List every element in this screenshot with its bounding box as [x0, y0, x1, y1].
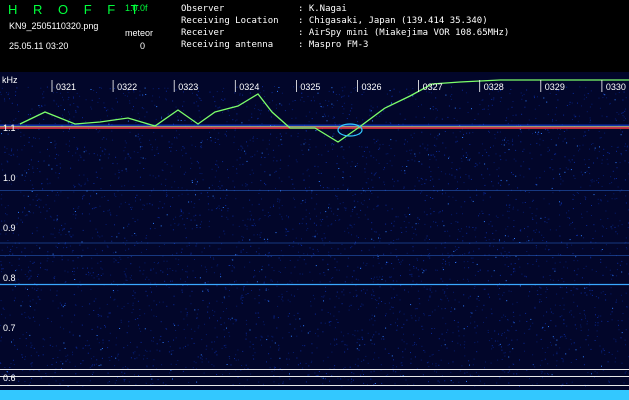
time-tick-label: 0321	[56, 82, 76, 92]
spectrogram-background	[0, 72, 629, 400]
time-tick-label: 0329	[545, 82, 565, 92]
app-version: 1.0.0f	[125, 3, 148, 13]
receiver-value: : AirSpy mini (Miakejima VOR 108.65MHz)	[298, 28, 510, 38]
location-value: : Chigasaki, Japan (139.414 35.340)	[298, 16, 488, 26]
location-label: Receiving Location	[181, 16, 279, 26]
time-tick-label: 0325	[300, 82, 320, 92]
antenna-value: : Maspro FM-3	[298, 40, 369, 50]
antenna-label: Receiving antenna	[181, 40, 274, 50]
y-axis-unit: kHz	[2, 75, 18, 85]
y-tick-label: 0.9	[3, 223, 16, 233]
time-tick-label: 0326	[362, 82, 382, 92]
receiver-label: Receiver	[181, 28, 225, 38]
meteor-label: meteor	[125, 28, 154, 38]
y-tick-label: 0.6	[3, 373, 16, 383]
y-tick-label: 1.1	[3, 123, 16, 133]
time-tick-label: 0322	[117, 82, 137, 92]
header: H R O F F T 1.0.0f KN9_2505110320.png me…	[0, 0, 629, 72]
time-tick-label: 0324	[239, 82, 259, 92]
observer-value: : K.Nagai	[298, 4, 347, 14]
y-tick-label: 0.7	[3, 323, 16, 333]
time-tick-label: 0323	[178, 82, 198, 92]
time-tick-label: 0327	[423, 82, 443, 92]
y-tick-label: 0.8	[3, 273, 16, 283]
baseline-band	[0, 390, 629, 400]
observer-label: Observer	[181, 4, 225, 14]
time-tick-label: 0330	[606, 82, 626, 92]
file-name: KN9_2505110320.png	[9, 21, 99, 31]
meteor-count: 0	[140, 41, 146, 51]
time-tick-label: 0328	[484, 82, 504, 92]
spectrogram: kHz 1.1 1.0 0.9 0.8 0.7 0.6 0321 0322 0323 0324 0…	[0, 72, 629, 400]
y-tick-label: 1.0	[3, 173, 16, 183]
capture-datetime: 25.05.11 03:20	[9, 41, 69, 51]
